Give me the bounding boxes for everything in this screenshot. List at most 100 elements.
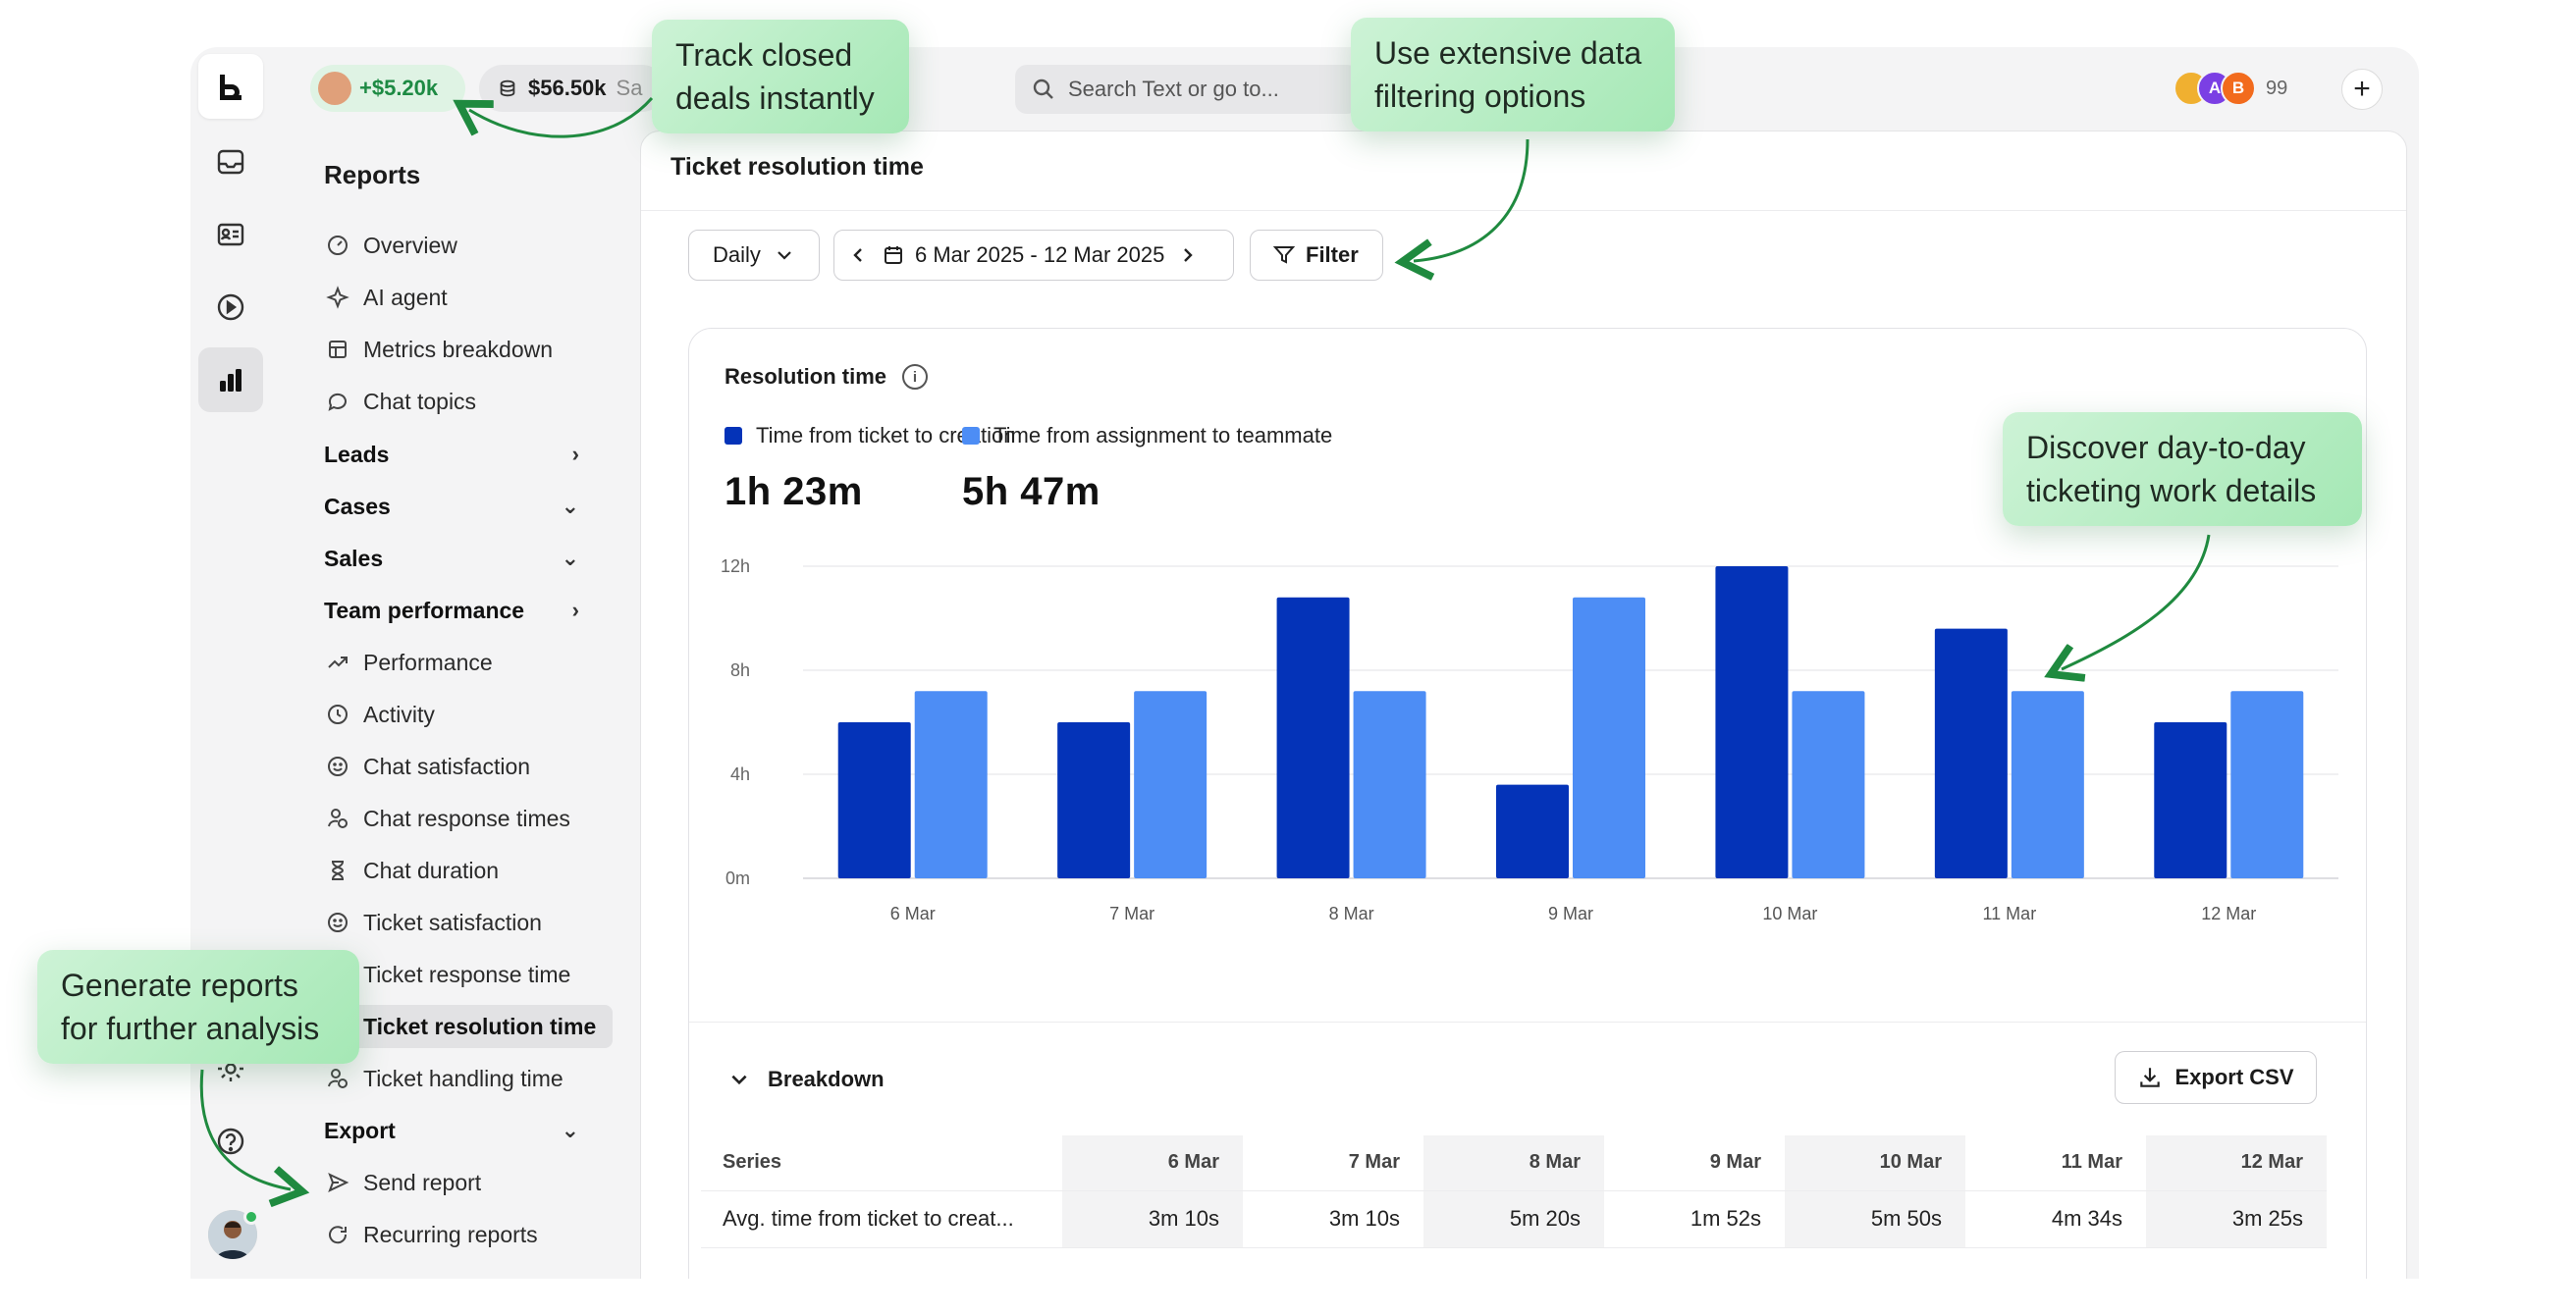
- pipeline-suffix: Sa: [616, 76, 643, 100]
- table-cell: 3m 25s: [2146, 1190, 2327, 1248]
- sidebar-item-send-report[interactable]: Send report: [322, 1161, 607, 1204]
- bar: [2230, 691, 2304, 878]
- sidebar-item-label: Send report: [363, 1169, 482, 1195]
- info-icon[interactable]: i: [902, 364, 929, 390]
- sidebar-section-team-performance[interactable]: Team performance ›: [324, 589, 579, 632]
- sidebar-item-ticket-handling-time[interactable]: Ticket handling time: [322, 1057, 607, 1100]
- column-header: 6 Mar: [1062, 1135, 1243, 1191]
- add-button[interactable]: +: [2341, 69, 2383, 110]
- search-placeholder: Search Text or go to...: [1068, 77, 1279, 101]
- icon-rail: [190, 47, 312, 1279]
- breakdown-toggle[interactable]: Breakdown: [728, 1067, 885, 1092]
- chevron-down-icon: [731, 1075, 747, 1085]
- report-panel: Ticket resolution time Daily 6 Mar 2025 …: [640, 131, 2407, 1279]
- sidebar-item-metrics-breakdown[interactable]: Metrics breakdown: [322, 328, 607, 371]
- chevron-right-icon: ›: [571, 598, 579, 622]
- sidebar-section-export[interactable]: Export ⌄: [324, 1109, 579, 1152]
- person-clock-icon: [328, 1069, 348, 1088]
- table-cell: 3m 10s: [1062, 1190, 1243, 1248]
- sidebar-section-sales[interactable]: Sales ⌄: [324, 537, 579, 580]
- send-icon: [328, 1173, 349, 1192]
- chevron-right-icon[interactable]: [1178, 245, 1198, 265]
- sidebar-item-label: Chat satisfaction: [363, 753, 531, 779]
- app-logo[interactable]: [198, 54, 263, 119]
- sidebar-item-chat-satisfaction[interactable]: Chat satisfaction: [322, 745, 607, 788]
- granularity-select[interactable]: Daily: [688, 230, 820, 281]
- search-input[interactable]: Search Text or go to...: [1015, 65, 1359, 114]
- x-tick-label: 10 Mar: [1762, 904, 1817, 923]
- legend-swatch: [724, 427, 742, 445]
- hourglass-icon: [331, 861, 345, 880]
- inbox-icon[interactable]: [198, 130, 263, 194]
- bar: [914, 691, 988, 878]
- column-header: 12 Mar: [2146, 1135, 2327, 1191]
- play-icon[interactable]: [198, 275, 263, 340]
- filter-button[interactable]: Filter: [1250, 230, 1383, 281]
- column-header: 10 Mar: [1785, 1135, 1965, 1191]
- granularity-value: Daily: [713, 242, 761, 267]
- sidebar-title: Reports: [324, 160, 421, 189]
- sidebar-item-label: Metrics breakdown: [363, 336, 554, 362]
- sidebar-item-overview[interactable]: Overview: [322, 224, 607, 267]
- sidebar-item-label: Chat topics: [363, 388, 477, 414]
- table-row[interactable]: Avg. time from ticket to creat... 3m 10s…: [701, 1190, 2327, 1248]
- table-cell: 1m 52s: [1604, 1190, 1785, 1248]
- sidebar-item-chat-response-times[interactable]: Chat response times: [322, 797, 607, 840]
- bar: [837, 722, 911, 878]
- gauge-icon: [328, 236, 348, 255]
- sidebar-item-performance[interactable]: Performance: [322, 641, 607, 684]
- chevron-down-icon: [778, 251, 791, 260]
- contacts-icon[interactable]: [198, 202, 263, 267]
- date-range-picker[interactable]: 6 Mar 2025 - 12 Mar 2025: [833, 230, 1234, 281]
- column-header: Series: [701, 1135, 1062, 1191]
- sidebar-section-leads[interactable]: Leads ›: [324, 433, 579, 476]
- pipeline-chip[interactable]: $56.50k Sa: [479, 65, 666, 112]
- sidebar-item-label: Activity: [363, 701, 435, 727]
- legend-label: Time from assignment to teammate: [993, 423, 1333, 447]
- chevron-left-icon[interactable]: [848, 245, 868, 265]
- export-csv-button[interactable]: Export CSV: [2115, 1051, 2317, 1104]
- column-header: 7 Mar: [1243, 1135, 1423, 1191]
- trend-up-icon: [328, 657, 348, 668]
- closed-deals-amount: +$5.20k: [359, 76, 439, 100]
- sidebar-item-label: Ticket satisfaction: [363, 909, 542, 935]
- section-label: Export: [324, 1117, 396, 1143]
- callout-filtering: Use extensive data filtering options: [1351, 18, 1675, 132]
- help-icon[interactable]: [198, 1109, 263, 1174]
- bar: [1934, 628, 2008, 878]
- sidebar-item-label: Chat response times: [363, 805, 570, 831]
- refresh-icon: [329, 1226, 348, 1244]
- online-status-dot: [243, 1209, 259, 1225]
- callout-discover: Discover day-to-day ticketing work detai…: [2003, 412, 2362, 526]
- sidebar-item-label: Ticket resolution time: [363, 1013, 597, 1039]
- table-header-row: Series 6 Mar 7 Mar 8 Mar 9 Mar 10 Mar 11…: [701, 1135, 2327, 1191]
- y-tick-label: 12h: [721, 556, 750, 576]
- y-tick-label: 0m: [725, 868, 750, 888]
- x-tick-label: 8 Mar: [1329, 904, 1374, 923]
- legend-item[interactable]: Time from assignment to teammate: [962, 423, 1332, 448]
- sidebar-item-ticket-resolution-time[interactable]: Ticket resolution time: [322, 1005, 613, 1048]
- sidebar-section-cases[interactable]: Cases ⌄: [324, 485, 579, 528]
- team-avatars[interactable]: A B 99: [2174, 65, 2287, 112]
- sidebar-item-activity[interactable]: Activity: [322, 693, 607, 736]
- reports-icon[interactable]: [198, 347, 263, 412]
- sidebar-item-chat-topics[interactable]: Chat topics: [322, 380, 607, 423]
- bar: [1057, 722, 1131, 878]
- sidebar-item-label: Ticket handling time: [363, 1065, 564, 1091]
- sidebar-item-label: Recurring reports: [363, 1221, 538, 1247]
- sidebar-item-ticket-response-time[interactable]: Ticket response time: [322, 953, 607, 996]
- date-range-value: 6 Mar 2025 - 12 Mar 2025: [915, 242, 1165, 267]
- column-header: 9 Mar: [1604, 1135, 1785, 1191]
- x-tick-label: 12 Mar: [2201, 904, 2256, 923]
- x-tick-label: 7 Mar: [1109, 904, 1154, 923]
- calendar-icon: [885, 246, 902, 264]
- sidebar-item-recurring-reports[interactable]: Recurring reports: [322, 1213, 607, 1256]
- chevron-down-icon: ⌄: [561, 546, 579, 570]
- bar: [1715, 566, 1789, 878]
- sidebar-item-chat-duration[interactable]: Chat duration: [322, 849, 607, 892]
- sidebar-item-ai-agent[interactable]: AI agent: [322, 276, 607, 319]
- closed-deals-chip[interactable]: +$5.20k: [310, 65, 465, 112]
- x-tick-label: 6 Mar: [890, 904, 936, 923]
- table-icon: [329, 341, 347, 358]
- sidebar-item-ticket-satisfaction[interactable]: Ticket satisfaction: [322, 901, 607, 944]
